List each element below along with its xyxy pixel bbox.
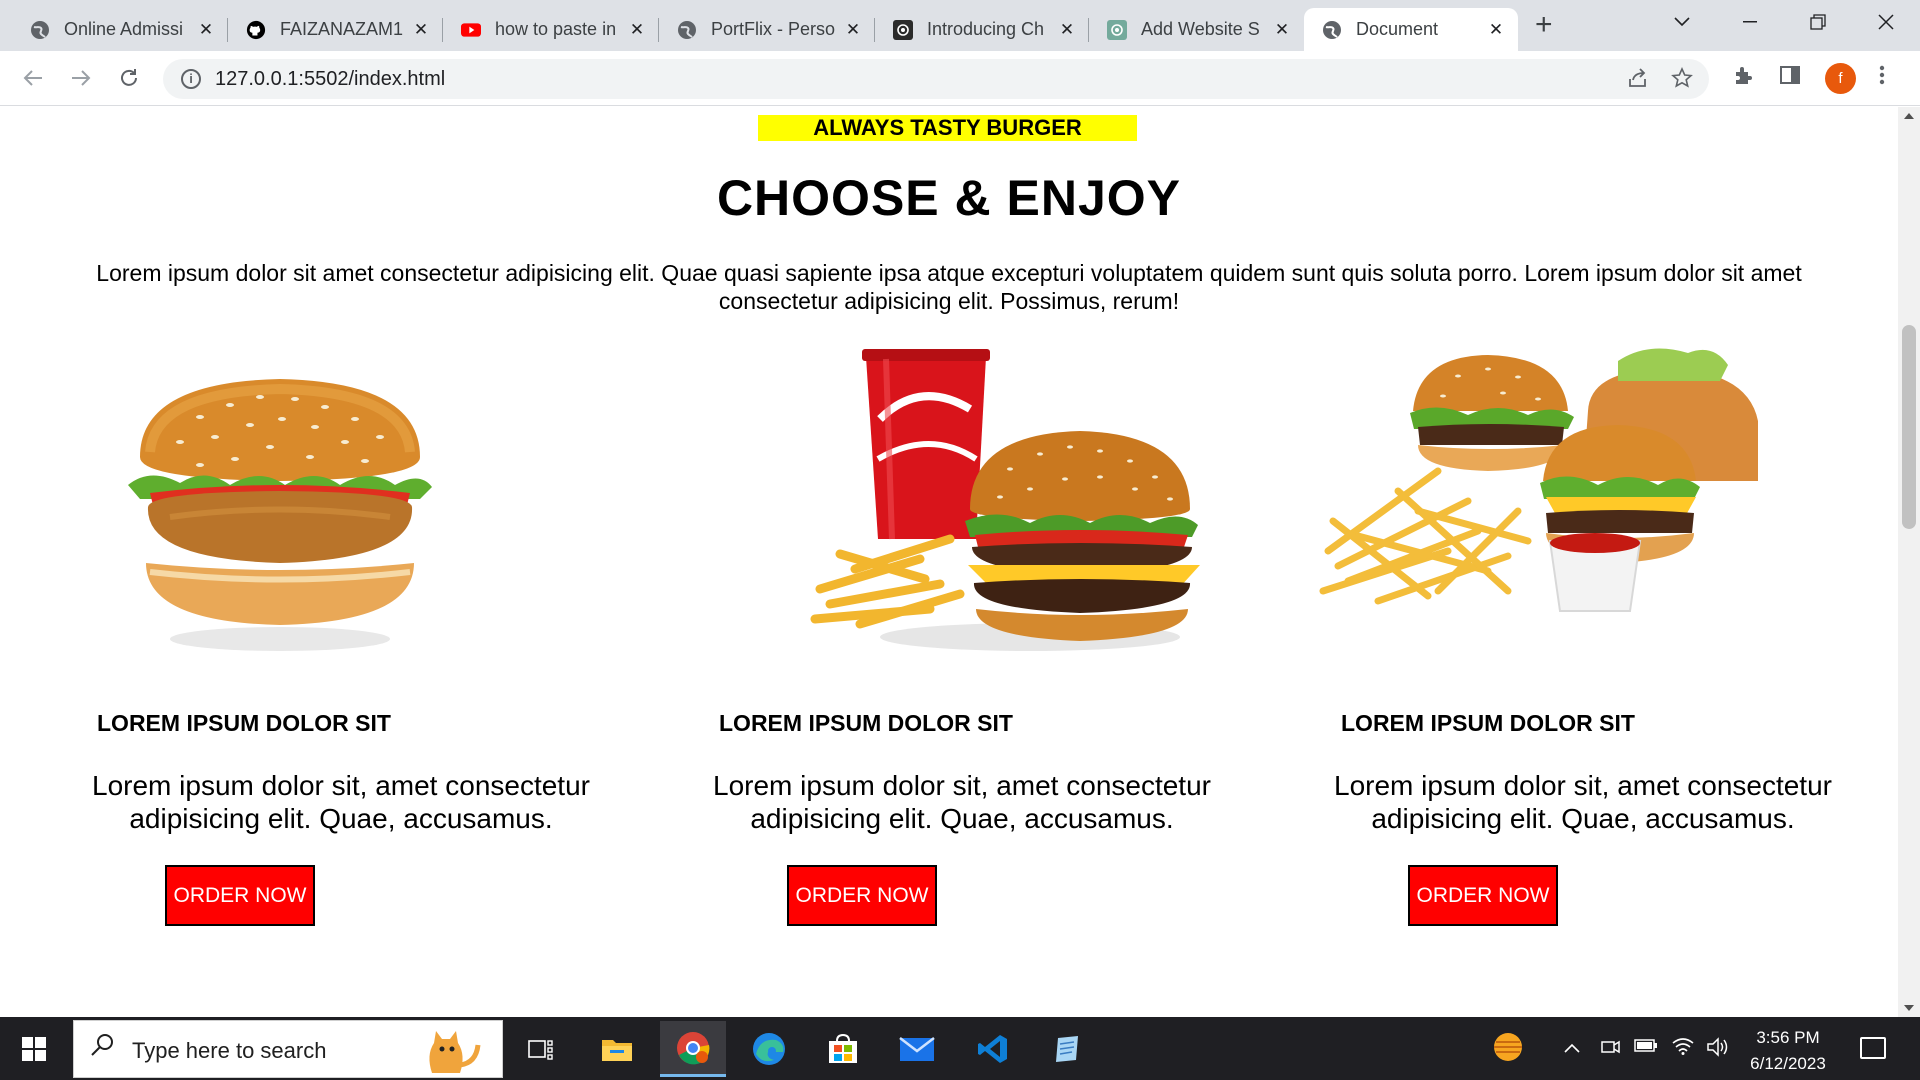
window-controls	[1648, 0, 1920, 44]
openai-icon	[893, 19, 913, 40]
card-title: LOREM IPSUM DOLOR SIT	[97, 710, 391, 736]
clock-time: 3:56 PM	[1756, 1028, 1820, 1047]
scrollbar-thumb[interactable]	[1902, 325, 1916, 529]
volume-icon[interactable]	[1706, 1037, 1730, 1062]
scroll-down-arrow-icon[interactable]	[1904, 1005, 1914, 1011]
browser-tab[interactable]: how to paste in ✕	[443, 8, 659, 51]
taskbar-clock[interactable]: 3:56 PM 6/12/2023	[1738, 1025, 1838, 1077]
vscode-icon[interactable]	[960, 1021, 1026, 1077]
close-tab-icon[interactable]: ✕	[1486, 20, 1506, 40]
extensions-icon[interactable]	[1733, 64, 1755, 92]
search-icon	[90, 1033, 114, 1064]
weather-icon[interactable]	[1490, 1031, 1526, 1068]
card-text: Lorem ipsum dolor sit, amet consectetur …	[713, 770, 1211, 834]
close-tab-icon[interactable]: ✕	[1057, 20, 1077, 40]
battery-icon[interactable]	[1634, 1037, 1658, 1058]
browser-tab-strip: Online Admissi ✕ FAIZANAZAM1 ✕ how to pa…	[0, 0, 1920, 51]
url-text: 127.0.0.1:5502/index.html	[215, 68, 446, 90]
share-icon[interactable]	[1627, 67, 1649, 95]
chrome-icon[interactable]	[660, 1021, 726, 1077]
file-explorer-icon[interactable]	[584, 1021, 650, 1077]
store-icon[interactable]	[810, 1021, 876, 1077]
side-panel-icon[interactable]	[1779, 64, 1801, 92]
order-now-button[interactable]: ORDER NOW	[1408, 865, 1558, 926]
back-button[interactable]	[18, 63, 48, 93]
card-title: LOREM IPSUM DOLOR SIT	[719, 710, 1013, 736]
bookmark-star-icon[interactable]	[1671, 67, 1693, 95]
site-info-icon[interactable]: i	[181, 69, 201, 89]
card-text: Lorem ipsum dolor sit, amet consectetur …	[92, 770, 590, 834]
youtube-icon	[461, 20, 481, 40]
search-placeholder: Type here to search	[132, 1038, 327, 1063]
profile-avatar[interactable]: f	[1825, 63, 1856, 94]
close-tab-icon[interactable]: ✕	[196, 20, 216, 40]
address-bar[interactable]: i 127.0.0.1:5502/index.html	[163, 59, 1709, 99]
globe-icon	[677, 20, 697, 40]
order-now-button[interactable]: ORDER NOW	[165, 865, 315, 926]
page-viewport: ALWAYS TASTY BURGER CHOOSE & ENJOY Lorem…	[0, 107, 1898, 1017]
globe-icon	[1322, 20, 1342, 40]
forward-button[interactable]	[66, 63, 96, 93]
wifi-icon[interactable]	[1672, 1037, 1694, 1060]
tab-search-icon[interactable]	[1648, 0, 1716, 44]
reload-button[interactable]	[114, 63, 144, 93]
restore-button[interactable]	[1784, 0, 1852, 44]
burgers-fries-ketchup-image	[1318, 341, 1778, 627]
close-window-button[interactable]	[1852, 0, 1920, 44]
notepad-icon[interactable]	[1034, 1021, 1100, 1077]
task-view-icon[interactable]	[508, 1021, 574, 1077]
close-tab-icon[interactable]: ✕	[411, 20, 431, 40]
tagline-banner: ALWAYS TASTY BURGER	[758, 115, 1137, 141]
browser-toolbar: i 127.0.0.1:5502/index.html f	[0, 51, 1920, 106]
close-tab-icon[interactable]: ✕	[843, 20, 863, 40]
browser-tab[interactable]: PortFlix - Perso ✕	[659, 8, 875, 51]
globe-icon	[30, 20, 50, 40]
intro-paragraph: Lorem ipsum dolor sit amet consectetur a…	[96, 260, 1802, 314]
edge-icon[interactable]	[736, 1021, 802, 1077]
cola-burger-fries-image	[800, 339, 1200, 669]
page-scrollbar[interactable]	[1898, 107, 1920, 1017]
meet-now-icon[interactable]	[1600, 1037, 1620, 1062]
order-now-button[interactable]: ORDER NOW	[787, 865, 937, 926]
mail-icon[interactable]	[884, 1021, 950, 1077]
card-text: Lorem ipsum dolor sit, amet consectetur …	[1334, 770, 1832, 834]
burger-image	[110, 367, 440, 667]
notifications-icon[interactable]	[1860, 1037, 1886, 1059]
scroll-up-arrow-icon[interactable]	[1904, 113, 1914, 119]
windows-start-icon[interactable]	[22, 1037, 46, 1061]
close-tab-icon[interactable]: ✕	[1272, 20, 1292, 40]
browser-tab[interactable]: Introducing Ch ✕	[875, 8, 1089, 51]
taskbar-search-input[interactable]: Type here to search	[73, 1020, 503, 1078]
browser-tab[interactable]: Add Website S ✕	[1089, 8, 1304, 51]
menu-kebab-icon[interactable]	[1878, 64, 1886, 92]
card-title: LOREM IPSUM DOLOR SIT	[1341, 710, 1635, 736]
browser-tab-active[interactable]: Document ✕	[1304, 8, 1518, 51]
close-tab-icon[interactable]: ✕	[627, 20, 647, 40]
show-hidden-icons-chevron-icon[interactable]	[1564, 1037, 1580, 1058]
page-heading: CHOOSE & ENJOY	[716, 170, 1182, 226]
openai-icon	[1107, 19, 1127, 40]
browser-tab[interactable]: Online Admissi ✕	[12, 8, 228, 51]
windows-taskbar: Type here to search 3:56 PM 6/12/2023	[0, 1017, 1920, 1080]
github-icon	[246, 20, 266, 40]
cat-illustration-icon	[412, 1025, 484, 1075]
browser-tab[interactable]: FAIZANAZAM1 ✕	[228, 8, 443, 51]
clock-date: 6/12/2023	[1750, 1054, 1826, 1073]
new-tab-button[interactable]: +	[1535, 10, 1553, 40]
minimize-button[interactable]	[1716, 0, 1784, 44]
